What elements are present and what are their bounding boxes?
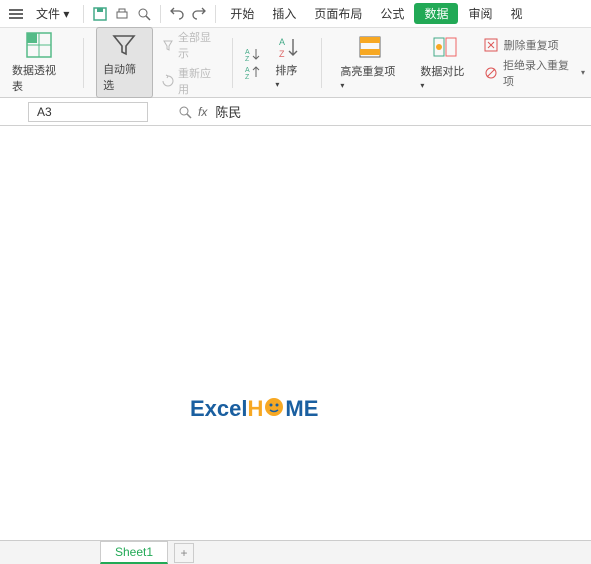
compare-icon [432,34,458,60]
search-icon[interactable] [178,105,192,119]
showall-button[interactable]: 全部显示 [161,29,221,61]
spreadsheet-grid[interactable]: ExcelHME [0,126,591,546]
add-sheet-button[interactable]: + [174,543,194,563]
watermark: ExcelHME [190,396,318,422]
sort-icon: AZ [277,35,301,59]
sort-group: AZ AZ [245,47,261,79]
menubar: 文件 ▾ 开始 插入 页面布局 公式 数据 审阅 视 [0,0,591,28]
sheet-tabs: Sheet1 + [0,540,591,564]
svg-text:Z: Z [279,49,285,59]
sort-button[interactable]: AZ 排序 ▾ [269,31,309,94]
name-box[interactable] [28,102,148,122]
reapply-button[interactable]: 重新应用 [161,65,221,97]
tab-view[interactable]: 视 [502,5,530,22]
sort-desc-button[interactable]: AZ [245,65,261,79]
dup-group: 删除重复项 拒绝录入重复项 ▾ [484,37,585,89]
filter-options: 全部显示 重新应用 [161,29,221,97]
save-icon[interactable] [90,4,110,24]
svg-text:Z: Z [245,74,250,79]
highlight-dup-button[interactable]: 高亮重复项 ▾ [334,30,406,95]
remove-dup-button[interactable]: 删除重复项 [484,37,585,53]
svg-text:A: A [279,37,285,47]
svg-text:Z: Z [245,56,250,61]
print-icon[interactable] [112,4,132,24]
tab-data[interactable]: 数据 [414,3,458,24]
filter-icon [111,32,137,58]
fx-label[interactable]: fx [198,105,207,119]
formula-bar-row: fx [0,98,591,126]
tab-layout[interactable]: 页面布局 [306,5,370,22]
svg-text:A: A [245,67,250,74]
autofilter-button[interactable]: 自动筛选 [96,27,152,98]
undo-icon[interactable] [167,4,187,24]
menu-icon[interactable] [6,4,26,24]
preview-icon[interactable] [134,4,154,24]
tab-review[interactable]: 审阅 [460,5,500,22]
tab-formula[interactable]: 公式 [372,5,412,22]
tab-start[interactable]: 开始 [222,5,262,22]
file-menu[interactable]: 文件 ▾ [28,5,77,22]
sort-asc-button[interactable]: AZ [245,47,261,61]
reject-dup-button[interactable]: 拒绝录入重复项 ▾ [484,57,585,89]
formula-input[interactable] [213,102,413,121]
sheet-tab[interactable]: Sheet1 [100,541,168,564]
compare-button[interactable]: 数据对比 ▾ [414,30,475,95]
svg-text:A: A [245,49,250,56]
pivot-icon [25,31,53,59]
tab-insert[interactable]: 插入 [264,5,304,22]
highlight-icon [357,34,383,60]
pivot-button[interactable]: 数据透视表 [6,27,71,98]
ribbon: 数据透视表 自动筛选 全部显示 重新应用 AZ AZ AZ 排序 ▾ 高亮重复项… [0,28,591,98]
redo-icon[interactable] [189,4,209,24]
